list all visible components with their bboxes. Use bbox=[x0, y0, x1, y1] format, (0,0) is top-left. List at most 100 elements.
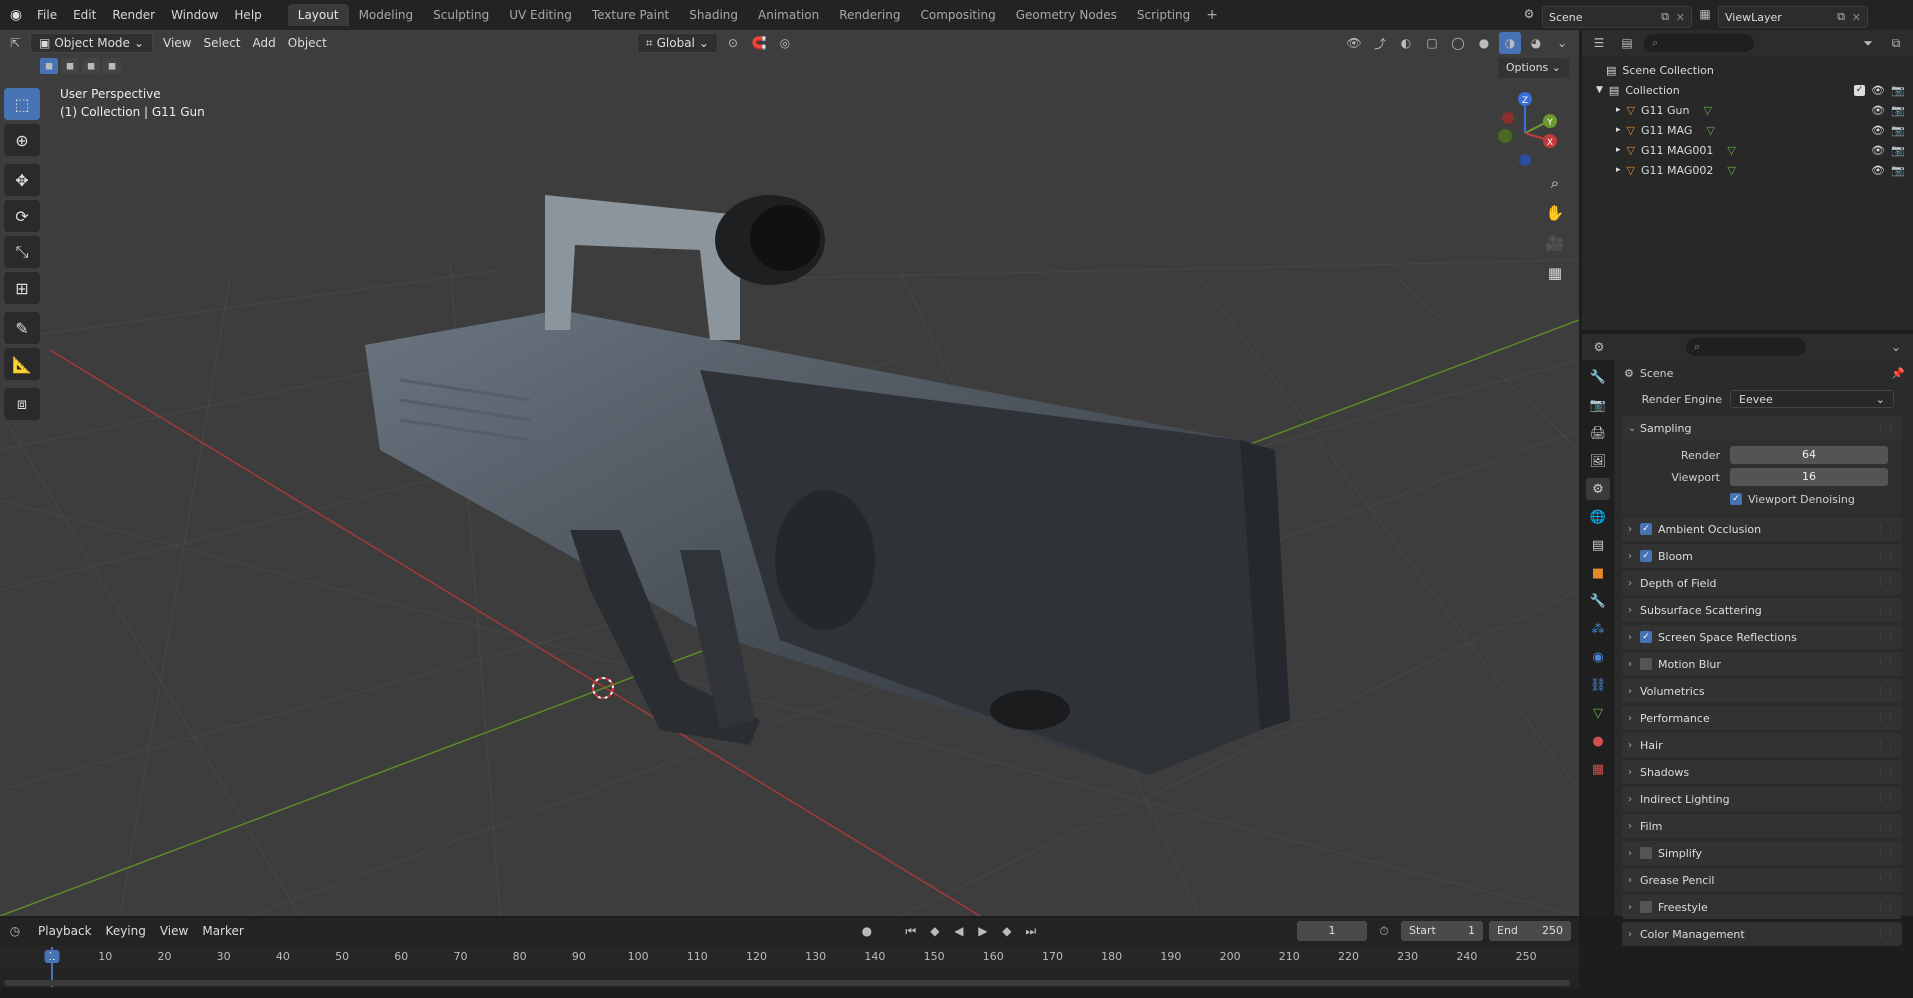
cursor-tool-icon[interactable]: ⊕ bbox=[4, 124, 40, 156]
panel-screen-space-reflections[interactable]: › ✓ Screen Space Reflections ⋮⋮ bbox=[1622, 625, 1902, 649]
navigation-gizmo[interactable]: Z Y X bbox=[1490, 88, 1560, 168]
render-camera-icon[interactable]: 📷 bbox=[1891, 84, 1905, 97]
panel-color-management[interactable]: › Color Management ⋮⋮ bbox=[1622, 922, 1902, 946]
panel-ambient-occlusion[interactable]: › ✓ Ambient Occlusion ⋮⋮ bbox=[1622, 517, 1902, 541]
tab-rendering[interactable]: Rendering bbox=[829, 4, 910, 26]
current-frame-field[interactable]: 1 bbox=[1297, 921, 1367, 941]
tab-sculpting[interactable]: Sculpting bbox=[423, 4, 499, 26]
display-mode-icon[interactable]: ▤ bbox=[1616, 32, 1638, 54]
scene-icon[interactable]: ⚙ bbox=[1518, 3, 1540, 25]
annotate-tool-icon[interactable]: ✎ bbox=[4, 312, 40, 344]
particles-tab-icon[interactable]: ⁂ bbox=[1586, 618, 1610, 640]
expand-arrow-icon[interactable]: ▸ bbox=[1616, 125, 1621, 135]
play-icon[interactable]: ▶ bbox=[972, 920, 994, 942]
viewport-denoising-checkbox[interactable]: ✓ bbox=[1730, 493, 1742, 505]
panel-hair[interactable]: › Hair ⋮⋮ bbox=[1622, 733, 1902, 757]
move-tool-icon[interactable]: ✥ bbox=[4, 164, 40, 196]
pivot-icon[interactable]: ⊙ bbox=[722, 32, 744, 54]
tool-tab-icon[interactable]: 🔧 bbox=[1586, 366, 1610, 388]
select-new-icon[interactable]: ◼ bbox=[40, 58, 58, 74]
constraints-tab-icon[interactable]: ⛓ bbox=[1586, 674, 1610, 696]
tab-modeling[interactable]: Modeling bbox=[349, 4, 424, 26]
timeline-scrollbar[interactable] bbox=[4, 980, 1570, 986]
expand-arrow-icon[interactable]: ▸ bbox=[1616, 165, 1621, 175]
add-workspace-icon[interactable]: + bbox=[1200, 7, 1224, 23]
viewport-menu-view[interactable]: View bbox=[157, 36, 197, 50]
next-keyframe-icon[interactable]: ◆ bbox=[996, 920, 1018, 942]
drag-handle-icon[interactable]: ⋮⋮ bbox=[1876, 551, 1896, 561]
3d-viewport[interactable]: ⇱ ▣ Object Mode ⌄ View Select Add Object ⌗ … bbox=[0, 30, 1579, 916]
menu-render[interactable]: Render bbox=[104, 4, 163, 26]
panel-checkbox[interactable] bbox=[1640, 901, 1652, 913]
scene-field[interactable]: Scene ⧉ ✕ bbox=[1542, 6, 1692, 28]
panel-depth-of-field[interactable]: › Depth of Field ⋮⋮ bbox=[1622, 571, 1902, 595]
expand-arrow-icon[interactable]: ▸ bbox=[1616, 105, 1621, 115]
jump-end-icon[interactable]: ⏭ bbox=[1020, 920, 1042, 942]
prev-keyframe-icon[interactable]: ◆ bbox=[924, 920, 946, 942]
drag-handle-icon[interactable]: ⋮⋮ bbox=[1876, 713, 1896, 723]
select-intersect-icon[interactable]: ◼ bbox=[103, 58, 121, 74]
start-frame-field[interactable]: Start 1 bbox=[1401, 921, 1483, 941]
frame-ruler[interactable]: 1102030405060708090100110120130140150160… bbox=[0, 946, 1579, 968]
drag-handle-icon[interactable]: ⋮⋮ bbox=[1876, 686, 1896, 696]
tab-scripting[interactable]: Scripting bbox=[1127, 4, 1200, 26]
panel-grease-pencil[interactable]: › Grease Pencil ⋮⋮ bbox=[1622, 868, 1902, 892]
select-extend-icon[interactable]: ◼ bbox=[61, 58, 79, 74]
viewport-denoising-row[interactable]: ✓ Viewport Denoising bbox=[1622, 488, 1902, 510]
world-tab-icon[interactable]: 🌐 bbox=[1586, 506, 1610, 528]
timeline-editor-icon[interactable]: ◷ bbox=[4, 920, 26, 942]
wireframe-shading-icon[interactable]: ◯ bbox=[1447, 32, 1469, 54]
physics-tab-icon[interactable]: ◉ bbox=[1586, 646, 1610, 668]
transform-tool-icon[interactable]: ⊞ bbox=[4, 272, 40, 304]
tab-shading[interactable]: Shading bbox=[679, 4, 748, 26]
render-samples-field[interactable]: 64 bbox=[1730, 446, 1888, 464]
render-camera-icon[interactable]: 📷 bbox=[1891, 104, 1905, 117]
tab-uv-editing[interactable]: UV Editing bbox=[499, 4, 582, 26]
copy-viewlayer-icon[interactable]: ⧉ bbox=[1837, 10, 1845, 24]
modifier-tab-icon[interactable]: 🔧 bbox=[1586, 590, 1610, 612]
transform-orientation-dropdown[interactable]: ⌗ Global ⌄ bbox=[636, 33, 718, 53]
viewport-menu-select[interactable]: Select bbox=[197, 36, 246, 50]
tab-geometry-nodes[interactable]: Geometry Nodes bbox=[1006, 4, 1127, 26]
render-tab-icon[interactable]: 📷 bbox=[1586, 394, 1610, 416]
scene-collection-row[interactable]: ▤ Scene Collection bbox=[1582, 60, 1913, 80]
drag-handle-icon[interactable]: ⋮⋮ bbox=[1876, 423, 1896, 433]
properties-editor-icon[interactable]: ⚙ bbox=[1588, 336, 1610, 358]
gizmo-neg-y-axis[interactable] bbox=[1498, 129, 1512, 143]
blender-logo-icon[interactable]: ◉ bbox=[3, 2, 29, 28]
gizmo-toggle-icon[interactable]: ⤴ bbox=[1369, 32, 1391, 54]
panel-shadows[interactable]: › Shadows ⋮⋮ bbox=[1622, 760, 1902, 784]
menu-file[interactable]: File bbox=[29, 4, 65, 26]
collapse-arrow-icon[interactable]: ▼ bbox=[1596, 85, 1603, 95]
outliner-object-row[interactable]: ▸ ▽ G11 MAG001 ▽ 👁 📷 bbox=[1582, 140, 1913, 160]
drag-handle-icon[interactable]: ⋮⋮ bbox=[1876, 794, 1896, 804]
object-tab-icon[interactable]: ■ bbox=[1586, 562, 1610, 584]
tab-texture-paint[interactable]: Texture Paint bbox=[582, 4, 679, 26]
render-camera-icon[interactable]: 📷 bbox=[1891, 124, 1905, 137]
timeline-menu-view[interactable]: View bbox=[154, 924, 194, 938]
render-camera-icon[interactable]: 📷 bbox=[1891, 164, 1905, 177]
gizmo-neg-z-axis[interactable] bbox=[1519, 154, 1531, 166]
object-mode-dropdown[interactable]: ▣ Object Mode ⌄ bbox=[30, 33, 153, 53]
eye-icon[interactable]: 👁 bbox=[1871, 124, 1885, 137]
panel-motion-blur[interactable]: › Motion Blur ⋮⋮ bbox=[1622, 652, 1902, 676]
menu-window[interactable]: Window bbox=[163, 4, 226, 26]
outliner-object-row[interactable]: ▸ ▽ G11 MAG ▽ 👁 📷 bbox=[1582, 120, 1913, 140]
options-button[interactable]: Options ⌄ bbox=[1497, 58, 1569, 78]
expand-arrow-icon[interactable]: ▸ bbox=[1616, 145, 1621, 155]
overlay-toggle-icon[interactable]: ◐ bbox=[1395, 32, 1417, 54]
eye-icon[interactable]: 👁 bbox=[1871, 144, 1885, 157]
remove-viewlayer-icon[interactable]: ✕ bbox=[1852, 11, 1861, 24]
ortho-grid-icon[interactable]: ▦ bbox=[1542, 260, 1568, 286]
copy-scene-icon[interactable]: ⧉ bbox=[1661, 10, 1669, 24]
eye-icon[interactable]: 👁 bbox=[1871, 104, 1885, 117]
collection-tab-icon[interactable]: ▤ bbox=[1586, 534, 1610, 556]
jump-start-icon[interactable]: ⏮ bbox=[900, 920, 922, 942]
snap-icon[interactable]: 🧲 bbox=[748, 32, 770, 54]
render-engine-dropdown[interactable]: Eevee ⌄ bbox=[1730, 390, 1894, 408]
tab-animation[interactable]: Animation bbox=[748, 4, 829, 26]
panel-freestyle[interactable]: › Freestyle ⋮⋮ bbox=[1622, 895, 1902, 919]
g11-gun-model[interactable] bbox=[365, 195, 1290, 775]
scale-tool-icon[interactable]: ⤡ bbox=[4, 236, 40, 268]
viewport-menu-add[interactable]: Add bbox=[247, 36, 282, 50]
